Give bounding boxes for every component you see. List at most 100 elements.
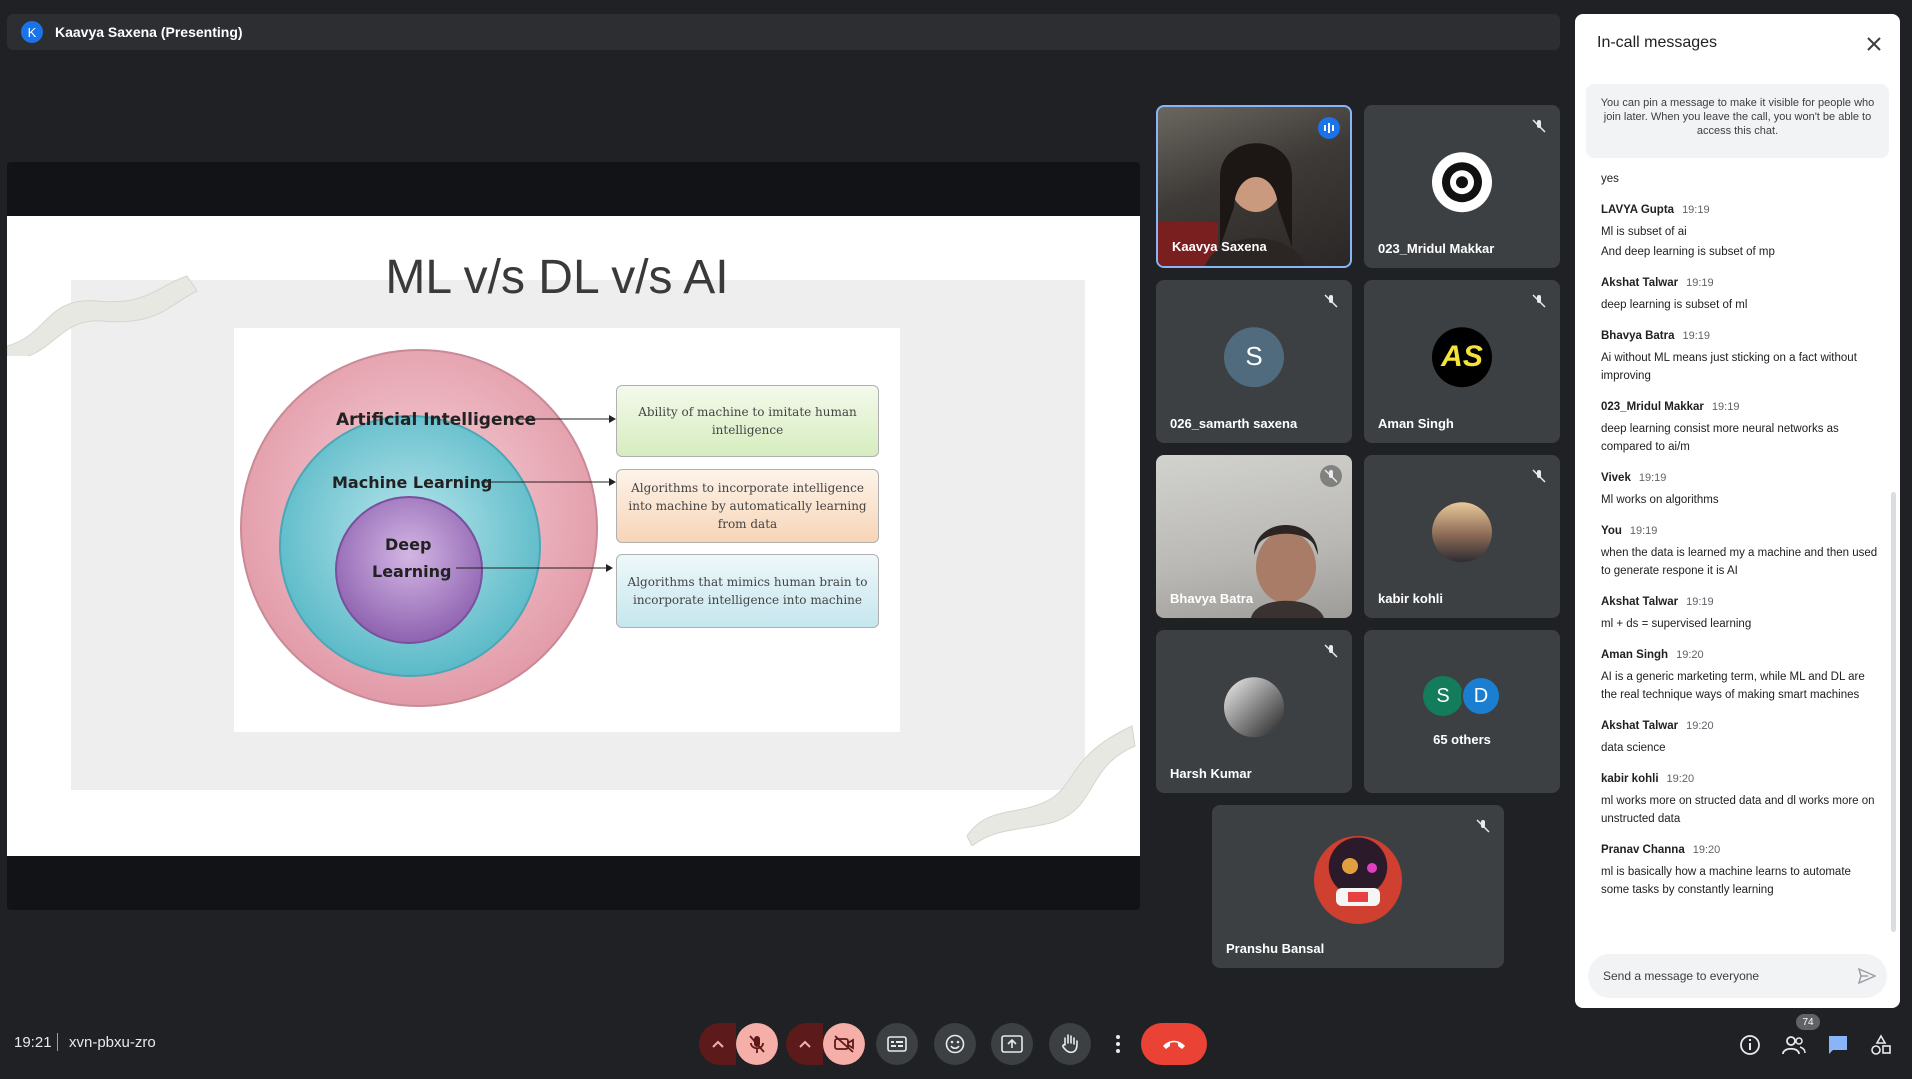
chat-message: Bhavya Batra 19:19 Ai without ML means ju… — [1601, 330, 1881, 385]
people-count-badge: 74 — [1796, 1014, 1820, 1030]
raise-hand-button[interactable] — [1049, 1023, 1091, 1065]
message-time: 19:20 — [1692, 844, 1721, 856]
message-sender: Bhavya Batra — [1601, 330, 1675, 342]
participant-tile-aman[interactable]: AS Aman Singh — [1364, 280, 1560, 443]
meeting-code: xvn-pbxu-zro — [69, 1034, 156, 1051]
message-text: And deep learning is subset of mp — [1601, 246, 1775, 258]
participant-tile-mridul[interactable]: 023_Mridul Makkar — [1364, 105, 1560, 268]
meeting-info-icon[interactable] — [1736, 1031, 1764, 1059]
participant-tile-bhavya[interactable]: Bhavya Batra — [1156, 455, 1352, 618]
mic-off-icon — [1528, 290, 1550, 312]
mic-options-chevron-icon[interactable] — [699, 1023, 736, 1065]
participant-tile-pranshu[interactable]: Pranshu Bansal — [1212, 805, 1504, 968]
slide: ML v/s DL v/s AI Artificial Intelligence… — [7, 216, 1140, 856]
camera-control-group — [786, 1023, 865, 1065]
chat-title: In-call messages — [1597, 34, 1718, 51]
chat-scrollbar[interactable] — [1891, 492, 1896, 932]
participant-tile-samarth[interactable]: S 026_samarth saxena — [1156, 280, 1352, 443]
emoji-icon — [945, 1034, 965, 1054]
message-time: 19:19 — [1629, 525, 1658, 537]
mic-off-icon — [1320, 465, 1342, 487]
present-screen-button[interactable] — [991, 1023, 1033, 1065]
chat-message: kabir kohli 19:20 ml works more on struct… — [1601, 773, 1881, 828]
mic-off-button[interactable] — [736, 1023, 778, 1065]
captions-button[interactable] — [876, 1023, 918, 1065]
message-text: ml + ds = supervised learning — [1601, 618, 1752, 630]
chat-pin-note: You can pin a message to make it visible… — [1586, 84, 1889, 158]
illustration-avatar — [1314, 835, 1402, 924]
divider — [57, 1033, 58, 1051]
chat-message: You 19:19 when the data is learned my a m… — [1601, 525, 1881, 580]
message-time: 19:19 — [1711, 401, 1740, 413]
message-sender: Akshat Talwar — [1601, 596, 1679, 608]
message-text: ml works more on structed data and dl wo… — [1601, 795, 1875, 825]
message-sender: Akshat Talwar — [1601, 720, 1679, 732]
message-text: Ml is subset of ai — [1601, 226, 1687, 238]
participant-name: Bhavya Batra — [1170, 591, 1254, 606]
mic-control-group — [699, 1023, 778, 1065]
close-icon[interactable] — [1862, 32, 1886, 56]
participant-tile-kabir[interactable]: kabir kohli — [1364, 455, 1560, 618]
landscape-photo — [1432, 501, 1492, 562]
chat-message-list[interactable]: yes LAVYA Gupta 19:19 Ml is subset of ai … — [1601, 158, 1881, 938]
presenter-name: Kaavya Saxena (Presenting) — [55, 24, 243, 40]
chat-message: Akshat Talwar 19:20 data science — [1601, 720, 1881, 757]
participant-tile-others[interactable]: S D 65 others — [1364, 630, 1560, 793]
chat-panel: In-call messages You can pin a message t… — [1575, 14, 1900, 1008]
message-time: 19:19 — [1638, 472, 1667, 484]
participant-tile-harsh[interactable]: Harsh Kumar — [1156, 630, 1352, 793]
participant-name: Pranshu Bansal — [1226, 941, 1325, 956]
message-time: 19:20 — [1686, 720, 1714, 732]
chat-message: Pranav Channa 19:20 ml is basically how a… — [1601, 844, 1881, 899]
message-text: when the data is learned my a machine an… — [1601, 547, 1878, 577]
speaking-indicator-icon — [1318, 117, 1340, 139]
decorative-ribbon-right — [966, 725, 1136, 846]
presentation-stage[interactable]: ML v/s DL v/s AI Artificial Intelligence… — [7, 162, 1140, 910]
others-avatar-1: S — [1423, 676, 1463, 716]
ai-label: Artificial Intelligence — [336, 410, 537, 430]
chat-message: LAVYA Gupta 19:19 Ml is subset of ai And … — [1601, 204, 1881, 261]
chat-message: Vivek 19:19 Ml works on algorithms — [1601, 472, 1881, 509]
more-options-button[interactable] — [1107, 1023, 1129, 1065]
message-sender: Pranav Channa — [1601, 844, 1685, 856]
mic-off-icon — [1528, 115, 1550, 137]
participant-tile-kaavya[interactable]: Kaavya Saxena — [1156, 105, 1352, 268]
people-icon[interactable] — [1780, 1031, 1808, 1059]
dl-label-line2: Learning — [372, 562, 452, 581]
message-text: Ai without ML means just sticking on a f… — [1601, 352, 1857, 382]
message-sender: Aman Singh — [1601, 649, 1669, 661]
reactions-button[interactable] — [934, 1023, 976, 1065]
message-time: 19:19 — [1686, 596, 1714, 608]
message-text: deep learning consist more neural networ… — [1601, 423, 1839, 453]
captions-icon — [887, 1036, 907, 1052]
camera-options-chevron-icon[interactable] — [786, 1023, 823, 1065]
send-icon[interactable] — [1855, 964, 1879, 988]
leave-call-button[interactable] — [1141, 1023, 1207, 1065]
others-avatar-2: D — [1461, 676, 1501, 716]
more-vert-icon — [1116, 1035, 1120, 1053]
camera-off-button[interactable] — [823, 1023, 865, 1065]
message-sender: kabir kohli — [1601, 773, 1659, 785]
chat-message-input[interactable] — [1588, 954, 1887, 998]
message-time: 19:20 — [1676, 649, 1704, 661]
chat-message: yes — [1601, 170, 1881, 188]
chat-message: Akshat Talwar 19:19 deep learning is subs… — [1601, 277, 1881, 314]
avatar: S — [1224, 326, 1284, 387]
mic-off-icon — [1528, 465, 1550, 487]
ai-definition-box: Ability of machine to imitate human inte… — [616, 385, 879, 457]
message-sender: You — [1601, 525, 1622, 537]
ml-definition-box: Algorithms to incorporate intelligence i… — [616, 469, 879, 543]
activities-icon[interactable] — [1867, 1031, 1895, 1059]
message-time: 19:19 — [1682, 330, 1711, 342]
participant-name: Kaavya Saxena — [1172, 239, 1267, 254]
end-call-icon — [1163, 1040, 1185, 1049]
mic-off-icon — [1472, 815, 1494, 837]
participant-name: 026_samarth saxena — [1170, 416, 1298, 431]
others-count: 65 others — [1433, 732, 1491, 747]
message-text: Ml works on algorithms — [1601, 494, 1719, 506]
chat-message: Aman Singh 19:20 AI is a generic marketin… — [1601, 649, 1881, 704]
message-text: deep learning is subset of ml — [1601, 299, 1748, 311]
message-sender: LAVYA Gupta — [1601, 204, 1675, 216]
chat-icon[interactable] — [1824, 1031, 1852, 1059]
message-text: ml is basically how a machine learns to … — [1601, 866, 1851, 896]
